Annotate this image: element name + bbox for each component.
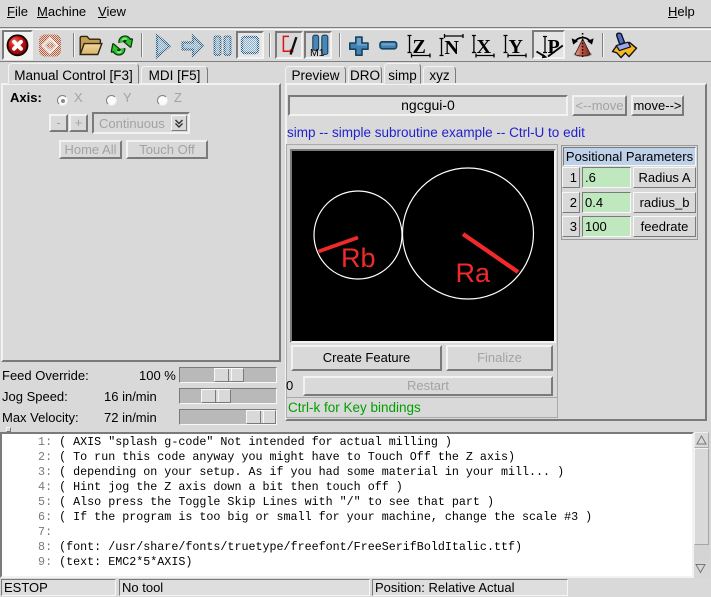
svg-text:N: N [445,37,460,59]
svg-text:M1: M1 [310,47,325,59]
svg-text:X: X [477,36,492,58]
svg-text:Rb: Rb [341,243,376,273]
svg-text:Y: Y [509,36,524,58]
svg-text:Z: Z [413,36,426,58]
svg-text:P: P [548,36,560,58]
svg-text:Ra: Ra [456,258,491,288]
